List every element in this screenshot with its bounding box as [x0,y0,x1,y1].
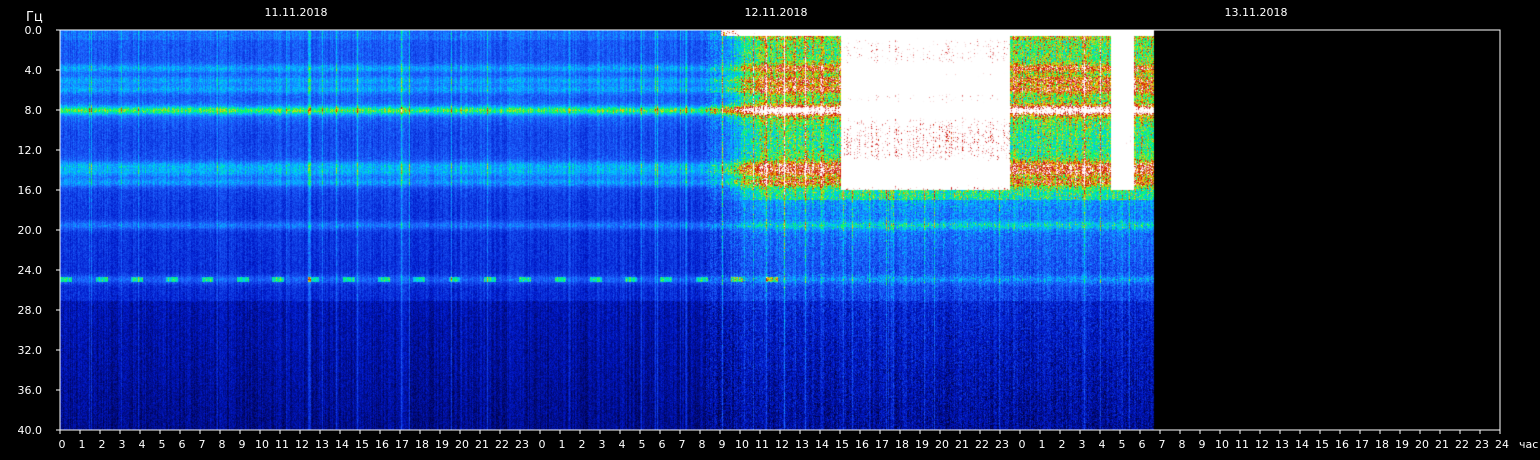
y-tick-label: 0.0 [25,24,43,37]
x-tick-label: 9 [239,438,246,451]
date-label: 12.11.2018 [745,6,808,19]
date-label: 11.11.2018 [265,6,328,19]
x-tick-label: 18 [1375,438,1389,451]
x-tick-label: 22 [975,438,989,451]
x-tick-label: 24 [1495,438,1509,451]
x-tick-label: 23 [995,438,1009,451]
x-tick-label: 18 [415,438,429,451]
x-tick-label: 7 [679,438,686,451]
y-tick-label: 24.0 [18,264,43,277]
x-tick-label: 20 [455,438,469,451]
x-tick-label: 4 [619,438,626,451]
y-tick-label: 20.0 [18,224,43,237]
x-tick-label: 12 [775,438,789,451]
spectrogram-chart: Гц час 0.0 4.0 8.0 12.0 16.0 20.0 24.0 28.0 32.0… [0,0,1540,460]
x-axis-unit-label: час [1519,438,1538,451]
x-tick-label: 0 [1019,438,1026,451]
x-tick-label: 13 [1275,438,1289,451]
x-tick-label: 17 [1355,438,1369,451]
x-tick-label: 12 [295,438,309,451]
x-tick-label: 23 [515,438,529,451]
x-tick-label: 19 [435,438,449,451]
x-tick-label: 19 [1395,438,1409,451]
x-tick-label: 17 [875,438,889,451]
x-tick-label: 12 [1255,438,1269,451]
spectrogram-heatmap [60,30,1500,430]
x-tick-label: 23 [1475,438,1489,451]
x-tick-label: 6 [179,438,186,451]
x-tick-label: 5 [1119,438,1126,451]
x-tick-label: 2 [579,438,586,451]
x-tick-label: 8 [219,438,226,451]
x-tick-label: 16 [1335,438,1349,451]
x-tick-label: 7 [199,438,206,451]
y-tick-label: 12.0 [18,144,43,157]
x-tick-label: 6 [1139,438,1146,451]
x-tick-label: 4 [139,438,146,451]
x-tick-label: 1 [559,438,566,451]
y-tick-label: 8.0 [25,104,43,117]
x-tick-label: 22 [495,438,509,451]
x-tick-label: 4 [1099,438,1106,451]
x-tick-label: 1 [1039,438,1046,451]
x-tick-label: 10 [1215,438,1229,451]
x-tick-label: 10 [255,438,269,451]
y-tick-label: 36.0 [18,384,43,397]
x-tick-label: 18 [895,438,909,451]
x-tick-label: 20 [1415,438,1429,451]
x-tick-label: 20 [935,438,949,451]
x-tick-label: 2 [1059,438,1066,451]
x-tick-label: 8 [699,438,706,451]
x-tick-label: 6 [659,438,666,451]
x-tick-label: 10 [735,438,749,451]
y-tick-label: 28.0 [18,304,43,317]
x-tick-label: 11 [1235,438,1249,451]
y-tick-label: 32.0 [18,344,43,357]
x-tick-label: 14 [815,438,829,451]
x-tick-label: 5 [159,438,166,451]
x-tick-label: 17 [395,438,409,451]
x-tick-label: 0 [539,438,546,451]
y-tick-label: 40.0 [18,424,43,437]
x-tick-label: 16 [375,438,389,451]
x-tick-label: 2 [99,438,106,451]
y-tick-label: 16.0 [18,184,43,197]
x-tick-label: 19 [915,438,929,451]
x-tick-label: 15 [355,438,369,451]
x-tick-label: 13 [795,438,809,451]
x-tick-label: 11 [755,438,769,451]
x-tick-label: 7 [1159,438,1166,451]
y-axis-unit-label: Гц [26,10,43,25]
x-tick-label: 5 [639,438,646,451]
x-tick-label: 9 [719,438,726,451]
x-tick-label: 21 [955,438,969,451]
x-tick-label: 3 [119,438,126,451]
x-tick-label: 13 [315,438,329,451]
x-tick-label: 22 [1455,438,1469,451]
date-label: 13.11.2018 [1225,6,1288,19]
x-tick-label: 15 [835,438,849,451]
x-tick-label: 3 [599,438,606,451]
x-tick-label: 21 [1435,438,1449,451]
y-tick-label: 4.0 [25,64,43,77]
x-tick-label: 16 [855,438,869,451]
x-tick-label: 3 [1079,438,1086,451]
x-tick-label: 14 [335,438,349,451]
x-tick-label: 0 [59,438,66,451]
x-tick-label: 8 [1179,438,1186,451]
x-tick-label: 9 [1199,438,1206,451]
x-tick-label: 1 [79,438,86,451]
x-tick-label: 21 [475,438,489,451]
x-tick-label: 15 [1315,438,1329,451]
x-tick-label: 11 [275,438,289,451]
x-tick-label: 14 [1295,438,1309,451]
